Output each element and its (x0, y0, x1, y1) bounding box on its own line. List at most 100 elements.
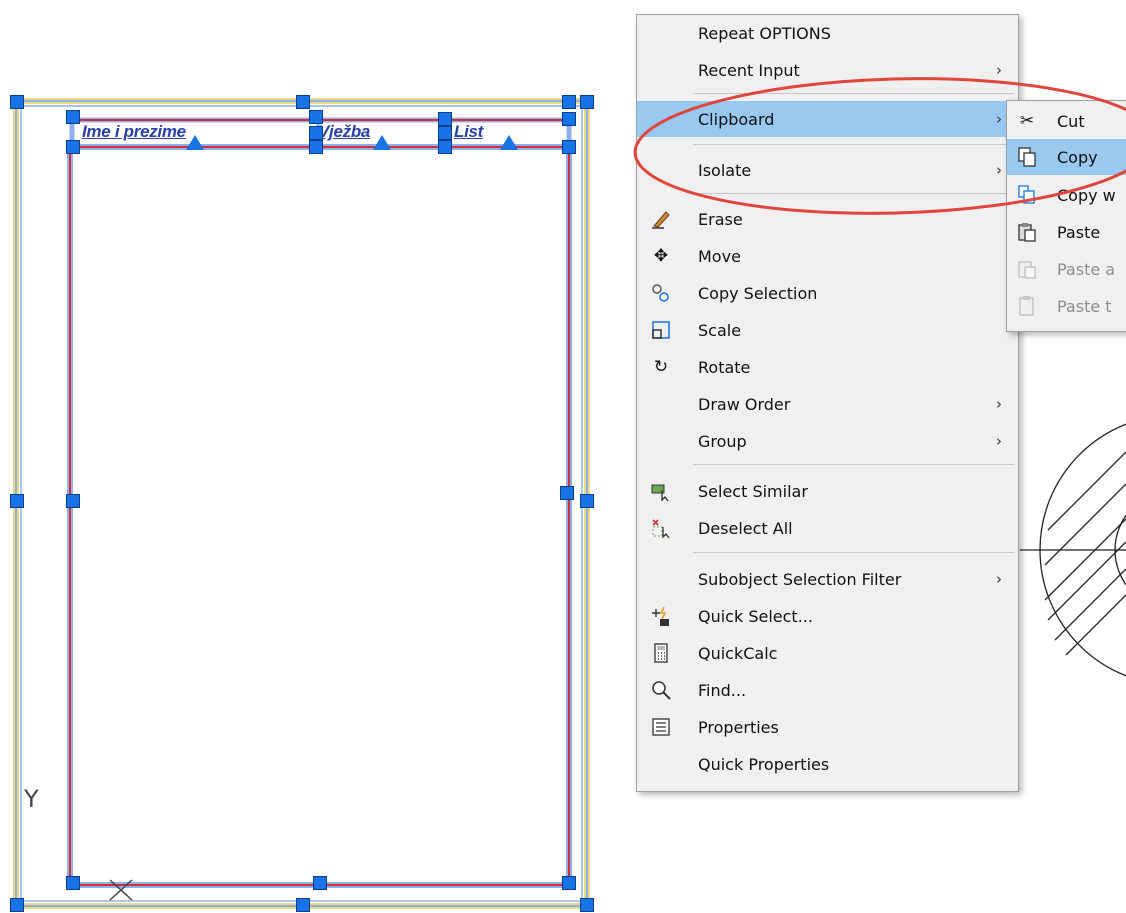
menu-item-label: Rotate (698, 357, 751, 377)
grip[interactable] (560, 486, 574, 500)
grip[interactable] (10, 898, 24, 912)
menu-item-isolate[interactable]: Isolate › (637, 152, 1018, 188)
submenu-item-paste-to-original-coordinates[interactable]: Paste t (1007, 288, 1126, 324)
menu-item-quickcalc[interactable]: QuickCalc (637, 635, 1018, 671)
grip[interactable] (309, 126, 323, 140)
grip[interactable] (66, 876, 80, 890)
submenu-item-copy-with-base-point[interactable]: Copy w (1007, 177, 1126, 213)
submenu-item-cut[interactable]: ✂ Cut (1007, 103, 1126, 139)
menu-item-label: Scale (698, 320, 742, 340)
menu-item-copy-selection[interactable]: Copy Selection (637, 275, 1018, 311)
menu-item-label: Erase (698, 209, 743, 229)
grip[interactable] (438, 126, 452, 140)
context-menu: Repeat OPTIONS Recent Input › Clipboard … (636, 14, 1019, 792)
menu-item-select-similar[interactable]: Select Similar (637, 473, 1018, 509)
grip[interactable] (296, 898, 310, 912)
chevron-right-icon: › (996, 395, 1002, 413)
copy-icon (1015, 145, 1039, 169)
grip[interactable] (580, 95, 594, 109)
menu-item-label: Subobject Selection Filter (698, 569, 902, 589)
menu-item-label: Quick Properties (698, 754, 830, 774)
menu-item-properties[interactable]: Properties (637, 709, 1018, 745)
menu-item-label: Group (698, 431, 747, 451)
paste-to-original-coordinates-icon (1015, 294, 1039, 318)
submenu-item-paste[interactable]: Paste (1007, 214, 1126, 250)
menu-item-label: Recent Input (698, 60, 800, 80)
move-icon: ✥ (653, 246, 669, 266)
scale-icon (649, 318, 673, 342)
title-field-sheet: List (454, 122, 484, 141)
chevron-right-icon: › (996, 161, 1002, 179)
menu-item-label: Properties (698, 717, 779, 737)
properties-icon (649, 715, 673, 739)
grip[interactable] (438, 112, 452, 126)
submenu-item-label: Copy (1057, 147, 1098, 167)
grip[interactable] (66, 494, 80, 508)
hatched-circle (1020, 423, 1126, 677)
grip[interactable] (309, 110, 323, 124)
grip[interactable] (562, 876, 576, 890)
find-icon (649, 678, 673, 702)
separator (693, 193, 1014, 194)
menu-item-label: Draw Order (698, 394, 791, 414)
chevron-right-icon: › (996, 432, 1002, 450)
submenu-item-label: Cut (1057, 111, 1085, 131)
deselect-all-icon (649, 516, 673, 540)
submenu-item-label: Paste a (1057, 259, 1116, 279)
grip[interactable] (296, 95, 310, 109)
menu-item-repeat-options[interactable]: Repeat OPTIONS (637, 15, 1018, 51)
grip[interactable] (66, 110, 80, 124)
menu-item-find[interactable]: Find... (637, 672, 1018, 708)
menu-item-label: Quick Select... (698, 606, 813, 626)
menu-item-scale[interactable]: Scale (637, 312, 1018, 348)
menu-item-quick-properties[interactable]: Quick Properties (637, 746, 1018, 782)
menu-item-quick-select[interactable]: Quick Select... (637, 598, 1018, 634)
menu-item-label: Repeat OPTIONS (698, 23, 831, 43)
menu-item-deselect-all[interactable]: Deselect All (637, 510, 1018, 546)
menu-item-label: Select Similar (698, 481, 808, 501)
paste-icon (1015, 220, 1039, 244)
grip[interactable] (10, 95, 24, 109)
menu-item-recent-input[interactable]: Recent Input › (637, 52, 1018, 88)
grip[interactable] (562, 112, 576, 126)
separator (693, 552, 1014, 553)
paste-as-block-icon (1015, 257, 1039, 281)
menu-item-label: QuickCalc (698, 643, 778, 663)
rotate-icon: ↻ (653, 357, 669, 377)
select-similar-icon (649, 479, 673, 503)
submenu-item-label: Paste t (1057, 296, 1112, 316)
grip[interactable] (580, 898, 594, 912)
grip[interactable] (10, 494, 24, 508)
quick-select-icon (649, 604, 673, 628)
chevron-right-icon: › (996, 110, 1002, 128)
grip[interactable] (309, 140, 323, 154)
menu-item-subobject-selection-filter[interactable]: Subobject Selection Filter › (637, 561, 1018, 597)
title-field-exercise: Vježba (318, 122, 371, 141)
grip[interactable] (313, 876, 327, 890)
menu-item-draw-order[interactable]: Draw Order › (637, 386, 1018, 422)
submenu-item-label: Copy w (1057, 185, 1116, 205)
inner-frame (67, 117, 572, 888)
grip[interactable] (438, 140, 452, 154)
menu-item-label: Find... (698, 680, 747, 700)
submenu-item-copy[interactable]: Copy (1007, 139, 1126, 175)
eraser-icon (649, 207, 673, 231)
menu-item-label: Isolate (698, 160, 752, 180)
grip[interactable] (66, 140, 80, 154)
menu-item-erase[interactable]: Erase (637, 201, 1018, 237)
menu-item-group[interactable]: Group › (637, 423, 1018, 459)
title-field-name: Ime i prezime (82, 122, 186, 141)
menu-item-label: Move (698, 246, 741, 266)
separator (693, 144, 1014, 145)
menu-item-rotate[interactable]: ↻ Rotate (637, 349, 1018, 385)
scissors-icon: ✂ (1019, 111, 1035, 131)
outer-border (13, 98, 590, 909)
menu-item-move[interactable]: ✥ Move (637, 238, 1018, 274)
chevron-right-icon: › (996, 61, 1002, 79)
grip[interactable] (562, 140, 576, 154)
grip[interactable] (562, 95, 576, 109)
menu-item-clipboard[interactable]: Clipboard › (637, 101, 1018, 137)
clipboard-submenu: ✂ Cut Copy Copy w Paste Paste a Paste t (1006, 100, 1126, 332)
submenu-item-paste-as-block[interactable]: Paste a (1007, 251, 1126, 287)
grip[interactable] (580, 494, 594, 508)
